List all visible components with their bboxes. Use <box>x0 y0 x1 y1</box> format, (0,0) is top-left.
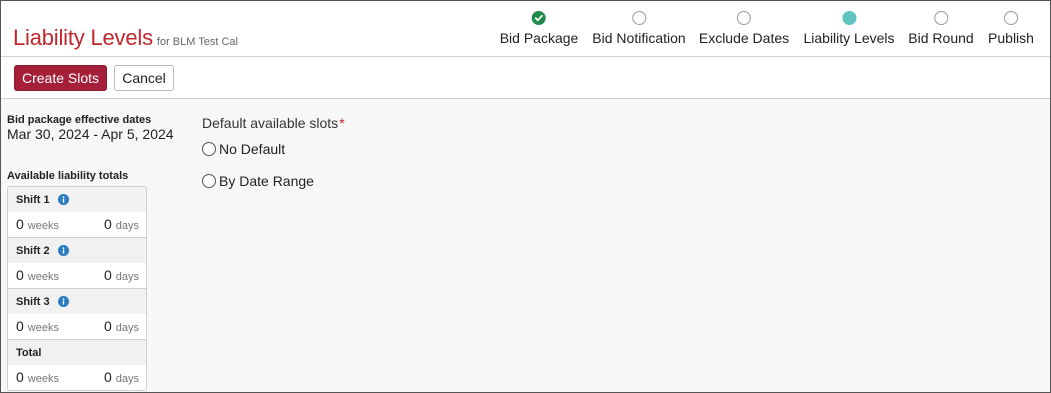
step-bid-notification[interactable]: Bid Notification <box>592 11 686 46</box>
page-header: Liability Levels for BLM Test Cal Bid Pac… <box>1 1 1050 57</box>
days-value: 0 days <box>103 216 139 232</box>
group-values: 0 weeks 0 days <box>8 314 146 339</box>
group-header: Shift 2 <box>8 238 146 263</box>
step-liability-levels[interactable]: Liability Levels <box>803 11 895 46</box>
step-pending-icon <box>933 11 948 25</box>
weeks-value: 0 weeks <box>16 216 59 232</box>
liability-totals-label: Available liability totals <box>7 170 129 182</box>
group-header: Shift 3 <box>8 289 146 314</box>
wizard-stepper: Bid Package Bid Notification Exclude Dat… <box>1 11 1050 51</box>
weeks-value: 0 weeks <box>16 369 59 385</box>
checkmark-icon <box>535 14 544 22</box>
group-values: 0 weeks 0 days <box>8 263 146 288</box>
step-exclude-dates[interactable]: Exclude Dates <box>699 11 789 46</box>
group-header: Shift 1 <box>8 187 146 212</box>
cancel-button[interactable]: Cancel <box>114 65 174 91</box>
app-frame: Liability Levels for BLM Test Cal Bid Pac… <box>0 0 1051 393</box>
step-label: Bid Round <box>908 30 974 46</box>
step-bid-round[interactable]: Bid Round <box>908 11 974 46</box>
step-label: Bid Package <box>499 30 579 46</box>
radio-button[interactable] <box>202 142 216 156</box>
days-value: 0 days <box>103 318 139 334</box>
info-icon[interactable] <box>57 296 69 307</box>
group-header: Total <box>8 340 146 365</box>
info-icon[interactable] <box>57 194 69 205</box>
step-label: Liability Levels <box>803 30 895 46</box>
days-value: 0 days <box>103 369 139 385</box>
group-name: Shift 2 <box>16 244 50 257</box>
radio-label: By Date Range <box>219 173 314 189</box>
step-pending-icon <box>631 11 646 25</box>
step-current-icon <box>842 11 856 25</box>
group-name: Total <box>16 346 42 359</box>
radio-label: No Default <box>219 141 286 157</box>
step-publish[interactable]: Publish <box>988 11 1034 46</box>
group-values: 0 weeks 0 days <box>8 365 146 390</box>
package-dates-value: Mar 30, 2024 - Apr 5, 2024 <box>7 126 174 142</box>
liability-totals-table: Shift 1 0 weeks 0 days Shift 2 0 weeks 0 day… <box>7 186 147 391</box>
radio-no-default[interactable]: No Default <box>202 141 285 157</box>
grand-total-group: Total 0 weeks 0 days <box>8 340 146 390</box>
group-name: Shift 1 <box>16 193 50 206</box>
step-complete-icon <box>531 11 546 25</box>
shift-total-group: Shift 2 0 weeks 0 days <box>8 238 146 289</box>
weeks-value: 0 weeks <box>16 318 59 334</box>
action-toolbar: Create Slots Cancel <box>1 58 1050 99</box>
step-pending-icon <box>737 11 751 25</box>
step-label: Bid Notification <box>592 30 686 46</box>
step-pending-icon <box>1003 11 1018 25</box>
info-icon[interactable] <box>57 245 69 256</box>
weeks-value: 0 weeks <box>16 267 59 283</box>
shift-total-group: Shift 3 0 weeks 0 days <box>8 289 146 340</box>
default-slots-label: Default available slots* <box>202 115 345 131</box>
package-dates-label: Bid package effective dates <box>7 114 152 126</box>
step-label: Publish <box>988 30 1034 46</box>
group-values: 0 weeks 0 days <box>8 212 146 237</box>
create-slots-button[interactable]: Create Slots <box>14 65 107 91</box>
days-value: 0 days <box>103 267 139 283</box>
radio-by-date-range[interactable]: By Date Range <box>202 173 314 189</box>
radio-button[interactable] <box>202 174 216 188</box>
shift-total-group: Shift 1 0 weeks 0 days <box>8 187 146 238</box>
step-bid-package[interactable]: Bid Package <box>499 11 579 46</box>
group-name: Shift 3 <box>16 295 50 308</box>
step-label: Exclude Dates <box>698 30 790 46</box>
required-marker: * <box>339 115 345 131</box>
